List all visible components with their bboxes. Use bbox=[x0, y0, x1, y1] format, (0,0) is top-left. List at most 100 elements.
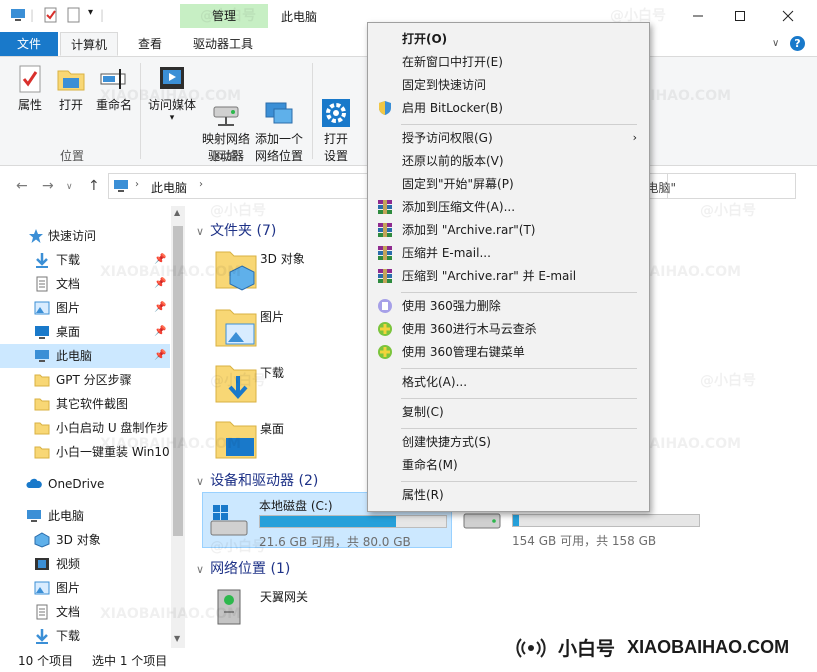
tab-computer[interactable]: 计算机 bbox=[60, 32, 119, 56]
menu-separator bbox=[401, 292, 637, 293]
group-header-folders[interactable]: ∨ 文件夹 (7) bbox=[196, 220, 276, 240]
menu-item-rename[interactable]: 重命名(M) bbox=[369, 454, 649, 476]
sidebar-item-desktop[interactable]: 桌面 📌 bbox=[0, 320, 170, 344]
pin-icon[interactable]: 📌 bbox=[154, 272, 166, 296]
sidebar-item-label: 桌面 bbox=[56, 325, 81, 339]
gear-icon bbox=[320, 80, 352, 127]
sidebar-item-3d-objects[interactable]: 3D 对象 bbox=[0, 528, 170, 552]
menu-item-open[interactable]: 打开(O) bbox=[369, 28, 649, 50]
pin-icon[interactable]: 📌 bbox=[154, 296, 166, 320]
forward-arrow-icon[interactable]: → bbox=[42, 178, 54, 194]
menu-item-restore-versions[interactable]: 还原以前的版本(V) bbox=[369, 150, 649, 172]
menu-item-pin-start[interactable]: 固定到"开始"屏幕(P) bbox=[369, 173, 649, 195]
sidebar-item-folder[interactable]: GPT 分区步骤 bbox=[0, 368, 170, 392]
menu-item-label: 使用 360管理右键菜单 bbox=[402, 345, 525, 359]
sidebar-item-label: 小白一键重装 Win10 bbox=[56, 445, 170, 459]
brand-logo: 小白号 XIAOBAIHAO.COM bbox=[516, 634, 789, 664]
sidebar-item-pictures[interactable]: 图片 bbox=[0, 576, 170, 600]
menu-item-360-scan[interactable]: 使用 360进行木马云查杀 bbox=[369, 318, 649, 340]
sidebar-item-label: 此电脑 bbox=[48, 509, 85, 523]
add-network-location-label: 添加一个 网络位置 bbox=[254, 132, 303, 163]
sidebar-item-label: 图片 bbox=[56, 581, 81, 595]
maximize-button[interactable] bbox=[717, 0, 763, 32]
video-icon bbox=[34, 556, 50, 572]
download-icon bbox=[34, 628, 50, 644]
menu-item-add-archive-rar[interactable]: 添加到 "Archive.rar"(T) bbox=[369, 219, 649, 241]
breadcrumb[interactable]: 此电脑 bbox=[151, 179, 187, 196]
sidebar-item-label: 其它软件截图 bbox=[56, 397, 129, 411]
back-arrow-icon[interactable]: ← bbox=[16, 178, 28, 194]
new-folder-icon[interactable] bbox=[66, 7, 82, 23]
pin-icon[interactable]: 📌 bbox=[154, 320, 166, 344]
up-arrow-icon[interactable]: ↑ bbox=[88, 178, 100, 194]
sidebar-item-onedrive[interactable]: OneDrive bbox=[0, 472, 170, 496]
close-button[interactable] bbox=[765, 0, 811, 32]
properties-button[interactable]: 属性 bbox=[8, 63, 52, 114]
winrar-icon bbox=[377, 222, 393, 238]
windows-drive-icon bbox=[209, 503, 249, 539]
network-location-item[interactable]: 天翼网关 bbox=[212, 582, 352, 638]
group-header-devices[interactable]: ∨ 设备和驱动器 (2) bbox=[196, 470, 318, 490]
menu-item-grant-access[interactable]: 授予访问权限(G) › bbox=[369, 127, 649, 149]
folder-downloads[interactable]: 下载 bbox=[212, 358, 332, 414]
help-icon[interactable]: ? bbox=[790, 36, 805, 51]
sidebar-item-documents[interactable]: 文档 📌 bbox=[0, 272, 170, 296]
folder-desktop[interactable]: 桌面 bbox=[212, 414, 332, 470]
sidebar-item-videos[interactable]: 视频 bbox=[0, 552, 170, 576]
chevron-down-icon[interactable]: ▾ bbox=[88, 7, 93, 18]
nav-scrollbar-thumb[interactable] bbox=[173, 226, 183, 536]
sidebar-item-pictures[interactable]: 图片 📌 bbox=[0, 296, 170, 320]
minimize-button[interactable] bbox=[675, 0, 721, 32]
menu-item-add-archive[interactable]: 添加到压缩文件(A)... bbox=[369, 196, 649, 218]
sidebar-item-folder[interactable]: 小白启动 U 盘制作步 bbox=[0, 416, 170, 440]
menu-item-compress-email[interactable]: 压缩并 E-mail... bbox=[369, 242, 649, 264]
scroll-down-icon[interactable]: ▼ bbox=[174, 634, 180, 643]
folder-3d-objects[interactable]: 3D 对象 bbox=[212, 244, 332, 300]
group-header-network[interactable]: ∨ 网络位置 (1) bbox=[196, 558, 290, 578]
menu-item-360-menu-manager[interactable]: 使用 360管理右键菜单 bbox=[369, 341, 649, 363]
scroll-up-icon[interactable]: ▲ bbox=[174, 208, 180, 217]
star-icon bbox=[28, 228, 44, 244]
cloud-icon bbox=[26, 476, 42, 492]
menu-item-create-shortcut[interactable]: 创建快捷方式(S) bbox=[369, 431, 649, 453]
menu-item-bitlocker[interactable]: 启用 BitLocker(B) bbox=[369, 97, 649, 119]
sidebar-item-label: 小白启动 U 盘制作步 bbox=[56, 421, 169, 435]
open-button[interactable]: 打开 bbox=[52, 63, 90, 114]
sidebar-item-folder[interactable]: 小白一键重装 Win10 bbox=[0, 440, 170, 464]
sidebar-item-label: GPT 分区步骤 bbox=[56, 373, 132, 387]
manage-tab-group[interactable]: 管理 bbox=[180, 4, 268, 28]
chevron-down-icon[interactable]: ∨ bbox=[772, 38, 779, 49]
sidebar-item-folder[interactable]: 其它软件截图 bbox=[0, 392, 170, 416]
menu-item-label: 在新窗口中打开(E) bbox=[402, 55, 503, 69]
pin-icon[interactable]: 📌 bbox=[154, 344, 166, 368]
sidebar-item-this-pc[interactable]: 此电脑 bbox=[0, 504, 170, 528]
sidebar-item-documents[interactable]: 文档 bbox=[0, 600, 170, 624]
rename-button[interactable]: 重命名 bbox=[92, 63, 136, 114]
menu-item-open-new-window[interactable]: 在新窗口中打开(E) bbox=[369, 51, 649, 73]
brand-name: 小白号 bbox=[558, 638, 616, 660]
sidebar-item-quick-access[interactable]: 快速访问 bbox=[0, 224, 170, 248]
sidebar-item-this-pc[interactable]: 此电脑 📌 bbox=[0, 344, 170, 368]
computer-icon[interactable] bbox=[10, 7, 26, 23]
menu-item-copy[interactable]: 复制(C) bbox=[369, 401, 649, 423]
properties-icon[interactable] bbox=[43, 7, 59, 23]
sidebar-item-downloads[interactable]: 下载 📌 bbox=[0, 248, 170, 272]
menu-item-pin-quick-access[interactable]: 固定到快速访问 bbox=[369, 74, 649, 96]
sidebar-item-downloads[interactable]: 下载 bbox=[0, 624, 170, 648]
chevron-down-icon[interactable]: ∨ bbox=[66, 182, 73, 192]
pin-icon[interactable]: 📌 bbox=[154, 248, 166, 272]
folder-pictures[interactable]: 图片 bbox=[212, 302, 332, 358]
menu-item-label: 使用 360强力删除 bbox=[402, 299, 501, 313]
menu-item-360-delete[interactable]: 使用 360强力删除 bbox=[369, 295, 649, 317]
menu-item-properties[interactable]: 属性(R) bbox=[369, 484, 649, 506]
add-network-location-button[interactable]: 添加一个 网络位置 bbox=[252, 63, 306, 165]
open-settings-button[interactable]: 打开 设置 bbox=[318, 63, 354, 165]
group-divider bbox=[312, 63, 313, 159]
tab-file[interactable]: 文件 bbox=[0, 32, 58, 56]
menu-item-compress-rar-email[interactable]: 压缩到 "Archive.rar" 并 E-mail bbox=[369, 265, 649, 287]
tab-drive-tools[interactable]: 驱动器工具 bbox=[183, 32, 263, 56]
menu-item-label: 重命名(M) bbox=[402, 458, 458, 472]
tab-view[interactable]: 查看 bbox=[128, 32, 172, 56]
access-media-button[interactable]: 访问媒体 ▾ bbox=[146, 63, 198, 123]
menu-item-format[interactable]: 格式化(A)... bbox=[369, 371, 649, 393]
